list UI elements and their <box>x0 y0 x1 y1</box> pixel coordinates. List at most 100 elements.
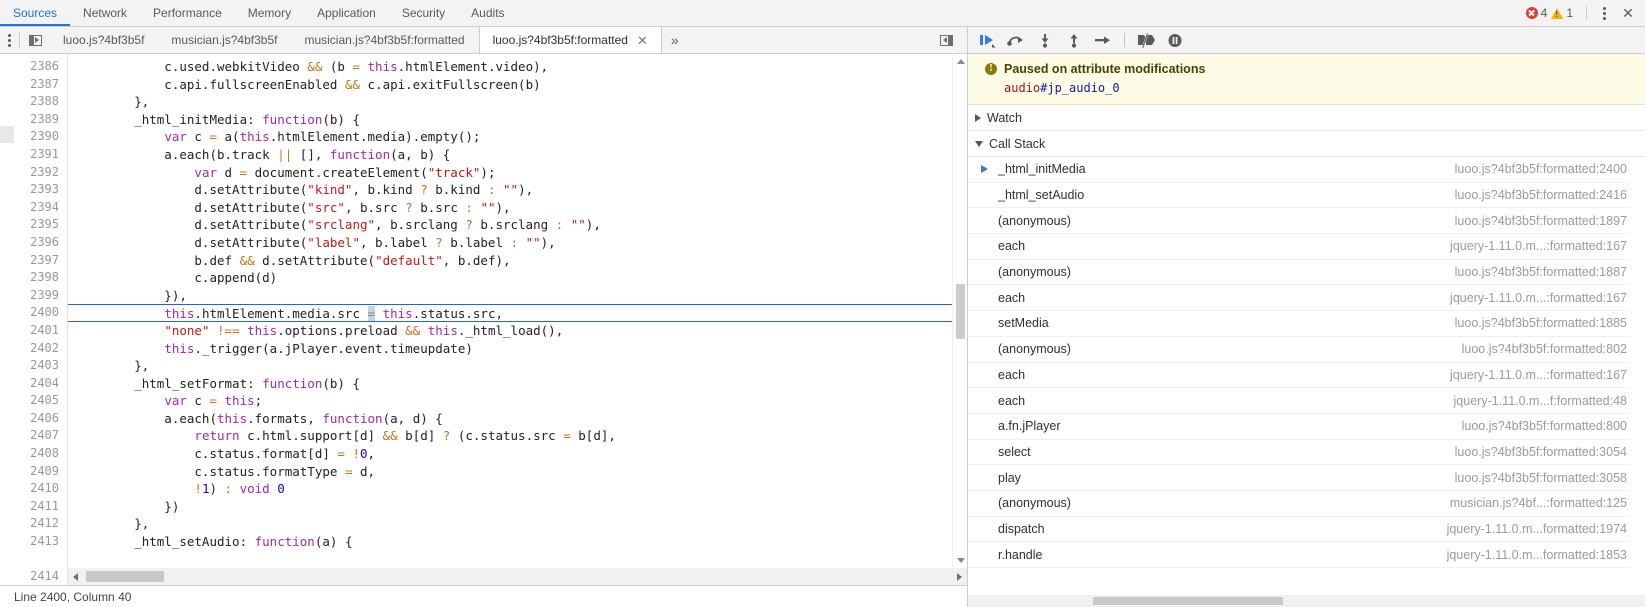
call-stack-frame[interactable]: dispatch jquery-1.11.0.m...formatted:1974 <box>968 517 1645 543</box>
call-stack-frame[interactable]: (anonymous) luoo.js?4bf3b5f:formatted:802 <box>968 337 1645 363</box>
code-line[interactable]: c.status.formatType = d, <box>68 463 967 481</box>
file-tab[interactable]: luoo.js?4bf3b5f <box>50 27 158 53</box>
frame-source-location[interactable]: jquery-1.11.0.m...:formatted:167 <box>1450 368 1627 382</box>
code-content[interactable]: c.used.webkitVideo && (b = this.htmlElem… <box>68 54 967 568</box>
frame-source-location[interactable]: jquery-1.11.0.m...formatted:1853 <box>1447 548 1627 562</box>
call-stack-frame[interactable]: select luoo.js?4bf3b5f:formatted:3054 <box>968 440 1645 466</box>
code-line[interactable]: return c.html.support[d] && b[d] ? (c.st… <box>68 427 967 445</box>
scroll-up-arrow-icon[interactable] <box>956 59 965 64</box>
code-line[interactable]: var c = a(this.htmlElement.media).empty(… <box>68 128 967 146</box>
show-navigator-button[interactable] <box>20 27 50 53</box>
code-line[interactable]: c.api.fullscreenEnabled && c.api.exitFul… <box>68 76 967 94</box>
pause-on-exceptions-button[interactable] <box>1162 29 1188 51</box>
call-stack-frame[interactable]: each jquery-1.11.0.m...:formatted:167 <box>968 363 1645 389</box>
file-tab[interactable]: musician.js?4bf3b5f <box>158 27 291 53</box>
tab-audits[interactable]: Audits <box>458 0 517 26</box>
horizontal-scroll-thumb[interactable] <box>86 571 164 582</box>
code-line[interactable]: d.setAttribute("kind", b.kind ? b.kind :… <box>68 181 967 199</box>
code-line[interactable]: "none" !== this.options.preload && this.… <box>68 322 967 340</box>
step-out-button[interactable] <box>1061 29 1087 51</box>
file-tab-close-button[interactable]: ✕ <box>637 34 648 47</box>
code-line[interactable]: }), <box>68 287 967 305</box>
scroll-left-arrow-icon[interactable] <box>73 572 78 581</box>
step-over-button[interactable] <box>1003 29 1029 51</box>
call-stack-frame[interactable]: (anonymous) luoo.js?4bf3b5f:formatted:189… <box>968 208 1645 235</box>
code-line[interactable]: c.used.webkitVideo && (b = this.htmlElem… <box>68 58 967 76</box>
call-stack-frame[interactable]: _html_initMedia luoo.js?4bf3b5f:formatted… <box>968 157 1645 183</box>
call-stack-section-header[interactable]: Call Stack <box>968 131 1645 157</box>
code-line[interactable]: this._trigger(a.jPlayer.event.timeupdate… <box>68 340 967 358</box>
code-line[interactable]: d.setAttribute("src", b.src ? b.src : ""… <box>68 199 967 217</box>
resume-script-execution-button[interactable] <box>974 29 1000 51</box>
code-line[interactable]: var c = this; <box>68 392 967 410</box>
call-stack-list[interactable]: _html_initMedia luoo.js?4bf3b5f:formatted… <box>968 157 1645 607</box>
frame-source-location[interactable]: jquery-1.11.0.m...:formatted:167 <box>1450 239 1627 253</box>
code-line[interactable]: c.status.format[d] = !0, <box>68 445 967 463</box>
editor-horizontal-scrollbar[interactable] <box>68 568 967 585</box>
frame-source-location[interactable]: luoo.js?4bf3b5f:formatted:1897 <box>1455 214 1627 228</box>
horizontal-scroll-thumb[interactable] <box>1093 597 1283 605</box>
call-stack-horizontal-scrollbar[interactable] <box>968 595 1645 607</box>
code-line[interactable]: var d = document.createElement("track"); <box>68 164 967 182</box>
frame-source-location[interactable]: luoo.js?4bf3b5f:formatted:1887 <box>1455 265 1627 279</box>
call-stack-frame[interactable]: (anonymous) musician.js?4bf...:formatted:… <box>968 491 1645 517</box>
code-line-current-execution[interactable]: this.htmlElement.media.src = this.status… <box>68 304 967 322</box>
call-stack-frame[interactable]: (anonymous) luoo.js?4bf3b5f:formatted:188… <box>968 260 1645 286</box>
code-line[interactable]: }, <box>68 93 967 111</box>
watch-section-header[interactable]: Watch <box>968 105 1645 131</box>
editor-vertical-scrollbar[interactable] <box>952 54 967 568</box>
code-line[interactable]: d.setAttribute("label", b.label ? b.labe… <box>68 234 967 252</box>
frame-source-location[interactable]: jquery-1.11.0.m...f:formatted:48 <box>1454 394 1627 408</box>
frame-source-location[interactable]: luoo.js?4bf3b5f:formatted:3054 <box>1455 445 1627 459</box>
call-stack-frame[interactable]: r.handle jquery-1.11.0.m...formatted:1853 <box>968 542 1645 568</box>
call-stack-frame[interactable]: each jquery-1.11.0.m...:formatted:167 <box>968 285 1645 312</box>
frame-source-location[interactable]: luoo.js?4bf3b5f:formatted:1885 <box>1455 316 1627 330</box>
call-stack-frame[interactable]: a.fn.jPlayer luoo.js?4bf3b5f:formatted:80… <box>968 414 1645 440</box>
issue-counters[interactable]: 4 1 <box>1525 6 1580 20</box>
code-line[interactable]: }) <box>68 498 967 516</box>
vertical-scroll-thumb[interactable] <box>956 284 965 339</box>
error-counter[interactable]: 4 <box>1525 6 1547 20</box>
frame-source-location[interactable]: luoo.js?4bf3b5f:formatted:3058 <box>1455 471 1627 485</box>
frame-source-location[interactable]: luoo.js?4bf3b5f:formatted:2400 <box>1455 162 1627 176</box>
step-button[interactable] <box>1090 29 1116 51</box>
frame-source-location[interactable]: jquery-1.11.0.m...:formatted:167 <box>1450 291 1627 305</box>
tab-network[interactable]: Network <box>70 0 140 26</box>
step-into-button[interactable] <box>1032 29 1058 51</box>
code-editor[interactable]: 2386 2387 2388 2389 2390 2391 2392 2393 2394 2395… <box>0 54 967 568</box>
code-line[interactable]: !1) : void 0 <box>68 480 967 498</box>
code-line[interactable]: _html_initMedia: function(b) { <box>68 111 967 129</box>
frame-source-location[interactable]: jquery-1.11.0.m...formatted:1974 <box>1447 522 1627 536</box>
scroll-down-arrow-icon[interactable] <box>956 558 965 563</box>
file-tab[interactable]: musician.js?4bf3b5f:formatted <box>291 27 478 53</box>
call-stack-frame[interactable]: setMedia luoo.js?4bf3b5f:formatted:1885 <box>968 311 1645 337</box>
tab-performance[interactable]: Performance <box>140 0 235 26</box>
call-stack-vertical-scrollbar[interactable] <box>1630 157 1645 607</box>
code-line[interactable]: d.setAttribute("srclang", b.srclang ? b.… <box>68 216 967 234</box>
code-line[interactable]: }, <box>68 515 967 533</box>
tab-sources[interactable]: Sources <box>0 0 70 26</box>
close-devtools-button[interactable]: ✕ <box>1617 2 1639 24</box>
frame-source-location[interactable]: luoo.js?4bf3b5f:formatted:802 <box>1462 342 1627 356</box>
more-file-tabs-button[interactable]: » <box>662 27 688 53</box>
frame-source-location[interactable]: musician.js?4bf...:formatted:125 <box>1450 496 1627 510</box>
call-stack-frame[interactable]: _html_setAudio luoo.js?4bf3b5f:formatted:… <box>968 183 1645 209</box>
frame-source-location[interactable]: luoo.js?4bf3b5f:formatted:2416 <box>1455 188 1627 202</box>
code-line[interactable]: c.append(d) <box>68 269 967 287</box>
warning-counter[interactable]: 1 <box>1551 6 1573 20</box>
scroll-right-arrow-icon[interactable] <box>957 572 962 581</box>
deactivate-breakpoints-button[interactable] <box>1133 29 1159 51</box>
code-line[interactable]: }, <box>68 357 967 375</box>
paused-target-node[interactable]: audio#jp_audio_0 <box>985 81 1633 95</box>
call-stack-frame[interactable]: each jquery-1.11.0.m...:formatted:167 <box>968 234 1645 260</box>
breakpoint-gutter[interactable] <box>0 54 14 568</box>
code-line[interactable]: a.each(b.track || [], function(a, b) { <box>68 146 967 164</box>
code-line[interactable]: _html_setFormat: function(b) { <box>68 375 967 393</box>
tab-memory[interactable]: Memory <box>235 0 304 26</box>
code-line[interactable]: _html_setAudio: function(a) { <box>68 533 967 551</box>
call-stack-frame[interactable]: each jquery-1.11.0.m...f:formatted:48 <box>968 388 1645 414</box>
code-line[interactable]: b.def && d.setAttribute("default", b.def… <box>68 252 967 270</box>
frame-source-location[interactable]: luoo.js?4bf3b5f:formatted:800 <box>1462 419 1627 433</box>
call-stack-frame[interactable]: play luoo.js?4bf3b5f:formatted:3058 <box>968 465 1645 491</box>
hide-debugger-sidebar-button[interactable] <box>931 34 961 46</box>
